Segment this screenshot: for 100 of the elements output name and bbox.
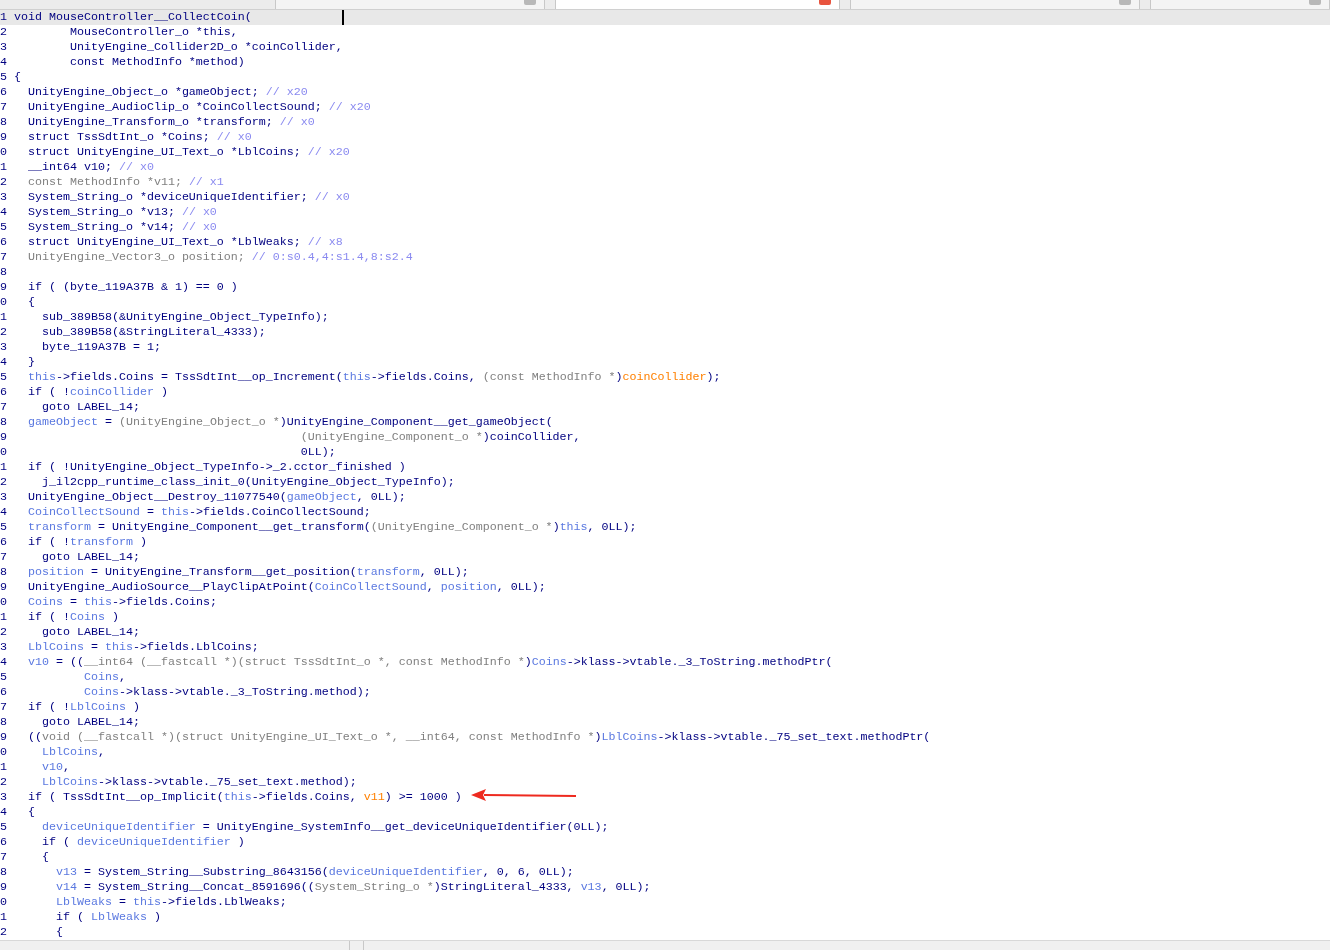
line-number: 3 xyxy=(0,490,7,504)
line-number: 9 xyxy=(0,130,7,144)
line-number: 1 xyxy=(0,10,7,24)
line-number: 2 xyxy=(0,25,7,39)
code-line: System_String_o *deviceUniqueIdentifier; // x0 xyxy=(27,190,350,205)
line-number: 2 xyxy=(0,175,7,189)
line-number: 3 xyxy=(0,190,7,204)
code-line: LblCoins->klass->vtable._75_set_text.method); xyxy=(40,775,357,790)
line-number: 4 xyxy=(0,505,7,519)
line-number: 8 xyxy=(0,115,7,129)
line-number: 9 xyxy=(0,430,7,444)
code-line: UnityEngine_AudioSource__PlayClipAtPoint(CoinCollectSound, position, 0LL); xyxy=(27,580,546,595)
code-line: if ( (byte_119A37B & 1) == 0 ) xyxy=(27,280,238,295)
code-line: CoinCollectSound = this->fields.CoinCollectSound; xyxy=(27,505,371,520)
code-line: if ( !UnityEngine_Object_TypeInfo->_2.cctor_finished ) xyxy=(27,460,406,475)
code-line: LblWeaks = this->fields.LblWeaks; xyxy=(54,895,287,910)
code-line: Coins, xyxy=(82,670,126,685)
code-line: UnityEngine_Object__Destroy_11077540(gameObject, 0LL); xyxy=(27,490,406,505)
code-line: v10, xyxy=(40,760,70,775)
code-line: System_String_o *v13; // x0 xyxy=(27,205,217,220)
tab[interactable] xyxy=(275,0,545,9)
line-number: 4 xyxy=(0,805,7,819)
code-line: const MethodInfo *method) xyxy=(68,55,245,70)
code-line: v10 = ((__int64 (__fastcall *)(struct TssSdtInt_o *, const MethodInfo *)Coins->klass->vtable._3_ToString.methodPtr( xyxy=(27,655,833,670)
code-line: UnityEngine_Collider2D_o *coinCollider, xyxy=(68,40,343,55)
code-line: UnityEngine_Object_o *gameObject; // x20 xyxy=(27,85,308,100)
line-number: 0 xyxy=(0,745,7,759)
line-number: 1 xyxy=(0,760,7,774)
line-number: 6 xyxy=(0,85,7,99)
line-number: 9 xyxy=(0,580,7,594)
code-line: if ( !Coins ) xyxy=(27,610,119,625)
line-number: 1 xyxy=(0,160,7,174)
line-number: 4 xyxy=(0,355,7,369)
line-number: 4 xyxy=(0,205,7,219)
line-number: 8 xyxy=(0,715,7,729)
code-line: sub_389B58(&UnityEngine_Object_TypeInfo); xyxy=(40,310,329,325)
code-line: Coins = this->fields.Coins; xyxy=(27,595,217,610)
line-number: 0 xyxy=(0,895,7,909)
line-number: 7 xyxy=(0,850,7,864)
line-number: 1 xyxy=(0,910,7,924)
line-number: 4 xyxy=(0,55,7,69)
line-number: 5 xyxy=(0,520,7,534)
code-line: __int64 v10; // x0 xyxy=(27,160,154,175)
line-number: 6 xyxy=(0,685,7,699)
tab[interactable] xyxy=(1150,0,1330,9)
code-line: MouseController_o *this, xyxy=(68,25,238,40)
line-number: 1 xyxy=(0,610,7,624)
line-number: 5 xyxy=(0,70,7,84)
code-line: if ( LblWeaks ) xyxy=(54,910,161,925)
code-line: (UnityEngine_Component_o *)coinCollider, xyxy=(299,430,581,445)
line-number: 7 xyxy=(0,550,7,564)
line-number: 3 xyxy=(0,790,7,804)
line-number: 2 xyxy=(0,625,7,639)
line-number: 3 xyxy=(0,340,7,354)
code-line: } xyxy=(27,355,35,370)
code-line: struct UnityEngine_UI_Text_o *LblWeaks; // x8 xyxy=(27,235,343,250)
code-line: if ( !LblCoins ) xyxy=(27,700,140,715)
code-line: void MouseController__CollectCoin( xyxy=(14,10,252,25)
line-number: 0 xyxy=(0,595,7,609)
line-number: 8 xyxy=(0,265,7,279)
code-line: UnityEngine_Vector3_o position; // 0:s0.4,4:s1.4,8:s2.4 xyxy=(27,250,413,265)
code-line: sub_389B58(&StringLiteral_4333); xyxy=(40,325,266,340)
line-number: 8 xyxy=(0,415,7,429)
code-line: goto LABEL_14; xyxy=(40,625,140,640)
code-line: j_il2cpp_runtime_class_init_0(UnityEngine_Object_TypeInfo); xyxy=(40,475,455,490)
line-number: 0 xyxy=(0,295,7,309)
code-line: deviceUniqueIdentifier = UnityEngine_SystemInfo__get_deviceUniqueIdentifier(0LL); xyxy=(40,820,609,835)
tab[interactable] xyxy=(555,0,840,9)
code-line: const MethodInfo *v11; // x1 xyxy=(27,175,224,190)
tab[interactable] xyxy=(850,0,1140,9)
line-number: 7 xyxy=(0,400,7,414)
code-line: if ( !coinCollider ) xyxy=(27,385,168,400)
line-number: 0 xyxy=(0,445,7,459)
line-number: 5 xyxy=(0,820,7,834)
line-number: 9 xyxy=(0,280,7,294)
code-line: goto LABEL_14; xyxy=(40,550,140,565)
line-number: 6 xyxy=(0,535,7,549)
line-number: 6 xyxy=(0,385,7,399)
code-line: UnityEngine_AudioClip_o *CoinCollectSound; // x20 xyxy=(27,100,371,115)
line-number: 3 xyxy=(0,40,7,54)
code-line: goto LABEL_14; xyxy=(40,715,140,730)
code-line: if ( TssSdtInt__op_Implicit(this->fields.Coins, v11) >= 1000 ) xyxy=(27,790,462,805)
line-number: 2 xyxy=(0,775,7,789)
code-line: LblCoins, xyxy=(40,745,105,760)
code-line: 0LL); xyxy=(299,445,336,460)
code-line: { xyxy=(27,805,35,820)
code-line: gameObject = (UnityEngine_Object_o *)UnityEngine_Component__get_gameObject( xyxy=(27,415,553,430)
line-number: 3 xyxy=(0,640,7,654)
line-number: 2 xyxy=(0,325,7,339)
line-number: 6 xyxy=(0,235,7,249)
code-line: Coins->klass->vtable._3_ToString.method); xyxy=(82,685,371,700)
code-line: struct TssSdtInt_o *Coins; // x0 xyxy=(27,130,252,145)
code-line: v13 = System_String__Substring_8643156(deviceUniqueIdentifier, 0, 6, 0LL); xyxy=(54,865,574,880)
code-line: System_String_o *v14; // x0 xyxy=(27,220,217,235)
code-line: struct UnityEngine_UI_Text_o *LblCoins; // x20 xyxy=(27,145,350,160)
line-number: 9 xyxy=(0,880,7,894)
line-number: 5 xyxy=(0,370,7,384)
code-line: v14 = System_String__Concat_8591696((System_String_o *)StringLiteral_4333, v13, 0LL); xyxy=(54,880,651,895)
line-number: 5 xyxy=(0,670,7,684)
text-cursor xyxy=(342,10,344,25)
